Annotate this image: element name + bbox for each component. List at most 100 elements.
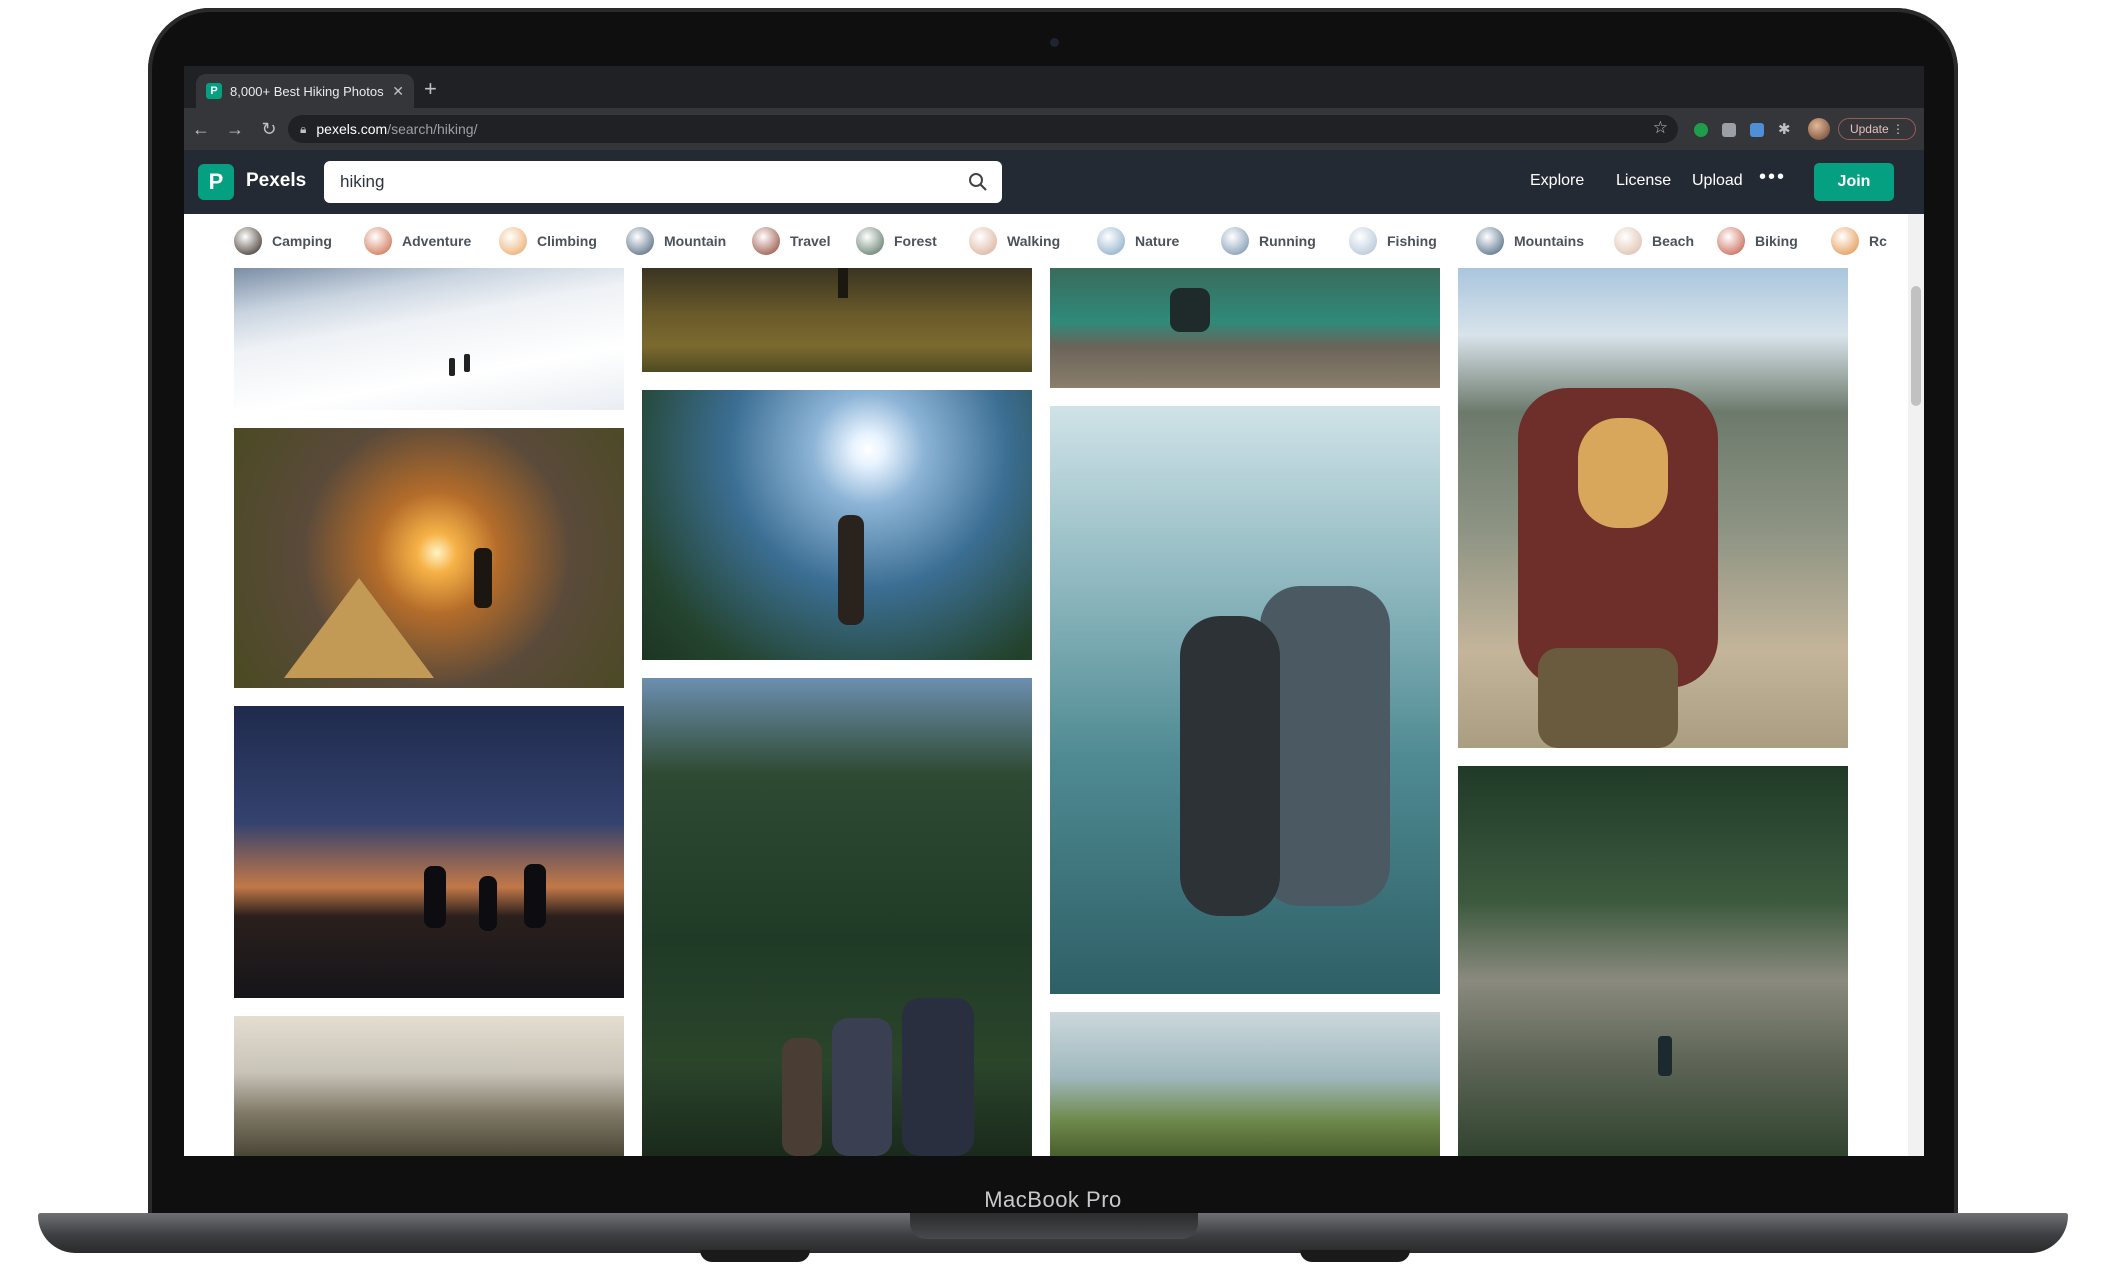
category-chip-rc[interactable]: Rc <box>1831 227 1887 255</box>
category-chip-climbing[interactable]: Climbing <box>499 227 597 255</box>
silhouette-dusk-photo[interactable] <box>234 706 624 998</box>
address-bar[interactable]: 🔒︎ pexels.com /search/hiking/ ☆ <box>288 115 1678 143</box>
logo-text[interactable]: Pexels <box>246 170 306 192</box>
cloudy-hills-photo[interactable] <box>1050 1012 1440 1156</box>
category-thumbnail <box>1831 227 1859 255</box>
category-chip-mountain[interactable]: Mountain <box>626 227 726 255</box>
bookmark-star-icon[interactable]: ☆ <box>1653 118 1668 138</box>
category-chip-bar: Camping Adventure Climbing Mountain Travel Fo… <box>234 214 1904 268</box>
cloudy-mountain-photo[interactable] <box>234 1016 624 1156</box>
person-silhouette <box>1170 288 1210 332</box>
more-menu-icon[interactable]: ••• <box>1759 166 1786 189</box>
person-silhouette <box>474 548 492 608</box>
scrollbar-thumb[interactable] <box>1911 286 1921 406</box>
extension-grey-icon[interactable] <box>1722 123 1736 137</box>
site-header: P Pexels hiking Explore License Upload •… <box>184 150 1924 214</box>
snowy-mountain-photo[interactable] <box>234 268 624 410</box>
hiker-figure <box>1658 1036 1672 1076</box>
category-chip-travel[interactable]: Travel <box>752 227 830 255</box>
update-label: Update <box>1849 122 1889 136</box>
category-chip-beach[interactable]: Beach <box>1614 227 1694 255</box>
grass-hill-photo[interactable] <box>642 268 1032 372</box>
pexels-logo-icon[interactable]: P <box>198 164 234 200</box>
new-tab-button[interactable]: + <box>424 76 437 102</box>
category-chip-biking[interactable]: Biking <box>1717 227 1798 255</box>
hiker-figure <box>832 1018 892 1156</box>
forward-icon[interactable]: → <box>218 119 252 140</box>
category-label: Walking <box>1007 233 1061 249</box>
category-chip-mountains[interactable]: Mountains <box>1476 227 1584 255</box>
category-thumbnail <box>969 227 997 255</box>
browser-tabstrip: P 8,000+ Best Hiking Photos · 100% Free … <box>184 66 1924 108</box>
backpacker-fog-photo[interactable] <box>1050 406 1440 994</box>
category-thumbnail <box>499 227 527 255</box>
category-label: Forest <box>894 233 937 249</box>
lock-icon: 🔒︎ <box>300 121 307 136</box>
category-thumbnail <box>1476 227 1504 255</box>
person-silhouette <box>424 866 446 928</box>
profile-avatar[interactable] <box>1808 118 1830 140</box>
category-thumbnail <box>364 227 392 255</box>
category-chip-forest[interactable]: Forest <box>856 227 937 255</box>
screen: P 8,000+ Best Hiking Photos · 100% Free … <box>184 66 1924 1156</box>
category-thumbnail <box>1614 227 1642 255</box>
category-chip-nature[interactable]: Nature <box>1097 227 1179 255</box>
update-button[interactable]: Update ⋮ <box>1838 118 1916 140</box>
category-label: Running <box>1259 233 1316 249</box>
hiker-figure <box>449 358 455 376</box>
browser-tab[interactable]: P 8,000+ Best Hiking Photos · 100% Free … <box>196 74 414 108</box>
device-model-label: MacBook Pro <box>984 1187 1122 1212</box>
search-icon[interactable] <box>968 172 988 192</box>
sun-lake-photo[interactable] <box>642 390 1032 660</box>
hiker-figure <box>782 1038 822 1156</box>
category-chip-walking[interactable]: Walking <box>969 227 1060 255</box>
category-label: Biking <box>1755 233 1798 249</box>
puzzle-icon[interactable]: ✱ <box>1778 120 1792 138</box>
category-label: Fishing <box>1387 233 1437 249</box>
tab-title: 8,000+ Best Hiking Photos · 100% Free Do… <box>230 83 384 99</box>
url-path: /search/hiking/ <box>387 121 478 137</box>
person-silhouette <box>838 268 848 298</box>
category-label: Camping <box>272 233 332 249</box>
laptop-foot <box>700 1250 810 1262</box>
hiker-figure <box>464 354 470 372</box>
extension-green-icon[interactable] <box>1694 123 1708 137</box>
join-button[interactable]: Join <box>1814 163 1894 201</box>
category-chip-fishing[interactable]: Fishing <box>1349 227 1437 255</box>
category-thumbnail <box>752 227 780 255</box>
extension-blue-icon[interactable] <box>1750 123 1764 137</box>
tent-shape <box>284 578 434 678</box>
close-icon[interactable]: ✕ <box>392 83 404 100</box>
hiker-dog-photo[interactable] <box>1458 268 1848 748</box>
pexels-favicon-icon: P <box>206 83 222 99</box>
back-icon[interactable]: ← <box>184 119 218 140</box>
category-chip-running[interactable]: Running <box>1221 227 1316 255</box>
category-thumbnail <box>1717 227 1745 255</box>
category-chip-adventure[interactable]: Adventure <box>364 227 471 255</box>
search-value: hiking <box>340 172 385 191</box>
dog-shape <box>1578 418 1668 528</box>
category-thumbnail <box>1221 227 1249 255</box>
nav-upload[interactable]: Upload <box>1692 172 1743 190</box>
hiker-figure <box>1180 616 1280 916</box>
category-label: Beach <box>1652 233 1695 249</box>
nav-license[interactable]: License <box>1616 172 1671 190</box>
category-label: Travel <box>790 233 831 249</box>
person-silhouette <box>524 864 546 928</box>
category-chip-camping[interactable]: Camping <box>234 227 332 255</box>
canyon-hiker-photo[interactable] <box>1458 766 1848 1156</box>
forest-trail-photo[interactable] <box>642 678 1032 1156</box>
reload-icon[interactable]: ↻ <box>252 119 286 140</box>
category-label: Nature <box>1135 233 1180 249</box>
browser-toolbar: ← → ↻ 🔒︎ pexels.com /search/hiking/ ☆ ✱ … <box>184 108 1924 150</box>
lake-rocks-photo[interactable] <box>1050 268 1440 388</box>
search-input[interactable]: hiking <box>324 161 1002 203</box>
tent-sunset-photo[interactable] <box>234 428 624 688</box>
category-label: Mountains <box>1514 233 1584 249</box>
nav-explore[interactable]: Explore <box>1530 172 1584 190</box>
category-thumbnail <box>1349 227 1377 255</box>
category-label: Climbing <box>537 233 597 249</box>
category-label: Rc <box>1869 233 1887 249</box>
category-label: Adventure <box>402 233 472 249</box>
laptop-notch <box>910 1213 1198 1239</box>
